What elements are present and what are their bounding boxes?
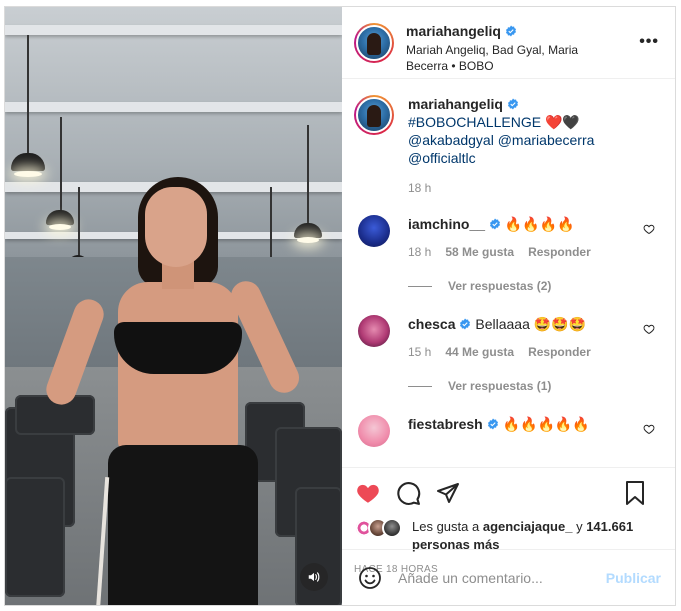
lamp-light [49,224,71,230]
lamp-cord [78,187,80,257]
heart-filled-icon[interactable] [354,479,382,507]
avatar[interactable] [358,215,390,247]
mention-link[interactable]: @mariabecerra [498,132,595,148]
mention-link[interactable]: @officialtlc [408,150,476,166]
heart-outline-icon[interactable] [643,423,655,435]
lamp-light [14,171,42,177]
verified-badge-icon [460,318,471,330]
caption-time: 18 h [408,181,432,195]
reply-button[interactable]: Responder [528,345,591,359]
author-username[interactable]: mariahangeliq [406,23,517,39]
audio-attribution[interactable]: Mariah Angeliq, Bad Gyal, Maria Becerra … [406,42,596,74]
comment-time[interactable]: 18 h [408,245,431,259]
verified-badge-icon [487,418,498,430]
comment-username[interactable]: fiestabresh [408,415,499,433]
hashtag-link[interactable]: #BOBOCHALLENGE [408,114,541,130]
comment-likes[interactable]: 44 Me gusta [445,345,514,359]
comment-text: 🔥🔥🔥🔥 [504,216,575,232]
lamp-cord [60,117,62,212]
view-replies-button[interactable]: Ver respuestas (1) [408,379,661,393]
avatar[interactable] [358,315,390,347]
view-replies-button[interactable]: Ver respuestas (2) [408,279,661,293]
comment-item: chesca Bellaaaa 🤩🤩🤩 15 h 44 Me gusta Res… [354,315,661,359]
comments-list[interactable]: mariahangeliq #BOBOCHALLENGE ❤️🖤 @akabad… [342,79,675,467]
lamp-cord [27,35,29,155]
add-comment-bar: Publicar [342,549,675,605]
post-dialog: mariahangeliq Mariah Angeliq, Bad Gyal, … [4,6,676,606]
verified-badge-icon [505,25,516,37]
comment-username-label[interactable]: iamchino__ [408,215,485,233]
likes-prefix: Les gusta a [412,519,480,534]
liker-avatars[interactable] [354,518,410,540]
dancer [42,177,304,605]
caption-username[interactable]: mariahangeliq [408,95,519,113]
reply-button[interactable]: Responder [528,245,591,259]
lamp-light [297,237,319,243]
publish-button[interactable]: Publicar [606,570,661,586]
comment-text: Bellaaaa 🤩🤩🤩 [475,316,587,332]
volume-icon[interactable] [300,563,328,591]
comment-username[interactable]: chesca [408,315,471,333]
caption-emoji: ❤️🖤 [544,114,580,130]
author-username-label[interactable]: mariahangeliq [406,23,501,39]
caption: mariahangeliq #BOBOCHALLENGE ❤️🖤 @akabad… [354,95,661,197]
lamp-cord [307,125,309,225]
ceiling-beam [5,25,342,35]
avatar[interactable] [358,415,390,447]
salon-chair [5,477,65,597]
heart-outline-icon[interactable] [643,323,655,335]
post-video[interactable] [5,7,342,605]
verified-badge-icon [507,98,518,110]
ceiling-beam [5,102,342,112]
caption-username-label[interactable]: mariahangeliq [408,95,503,113]
comment-username-label[interactable]: chesca [408,315,455,333]
comment-item: iamchino__ 🔥🔥🔥🔥 18 h 58 Me gusta Respond… [354,215,661,259]
likes-conj: y [576,519,583,534]
post-sidebar: mariahangeliq Mariah Angeliq, Bad Gyal, … [342,7,675,605]
comment-likes[interactable]: 58 Me gusta [445,245,514,259]
view-replies-label[interactable]: Ver respuestas (2) [448,279,551,293]
avatar[interactable] [354,95,394,135]
comment-icon[interactable] [394,479,422,507]
comment-time[interactable]: 15 h [408,345,431,359]
comment-username[interactable]: iamchino__ [408,215,501,233]
heart-outline-icon[interactable] [643,223,655,235]
comment-item: fiestabresh 🔥🔥🔥🔥🔥 [354,415,661,447]
comment-text: 🔥🔥🔥🔥🔥 [502,416,590,432]
comment-input[interactable] [398,569,606,586]
emoji-icon[interactable] [358,566,382,590]
more-horizontal-icon[interactable]: ••• [639,33,659,51]
bookmark-icon[interactable] [621,479,649,507]
post-header: mariahangeliq Mariah Angeliq, Bad Gyal, … [342,7,675,79]
liker-username[interactable]: agenciajaque_ [483,519,573,534]
verified-badge-icon [489,218,501,230]
share-icon[interactable] [434,479,462,507]
avatar[interactable] [354,23,394,63]
view-replies-label[interactable]: Ver respuestas (1) [448,379,551,393]
mention-link[interactable]: @akabadgyal [408,132,494,148]
comment-username-label[interactable]: fiestabresh [408,415,483,433]
